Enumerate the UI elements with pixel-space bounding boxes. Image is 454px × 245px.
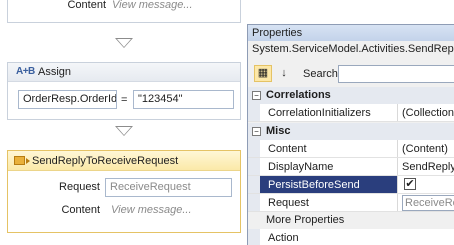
property-value[interactable]: (Collection) xyxy=(402,107,454,119)
property-row-action[interactable]: Action xyxy=(248,229,454,245)
row-gutter xyxy=(248,158,260,175)
workflow-designer-canvas: Content View message... A+B Assign Order… xyxy=(0,0,246,245)
property-value[interactable]: (Content) xyxy=(402,143,448,155)
row-gutter xyxy=(248,194,260,211)
more-properties-label: More Properties xyxy=(266,214,345,226)
request-select[interactable]: ReceiveRequest xyxy=(105,178,232,197)
search-label: Search: xyxy=(303,68,341,80)
property-row-persist-before-send[interactable]: PersistBeforeSend ✔ xyxy=(248,176,454,194)
properties-toolbar: ▦ ↓ Search: xyxy=(248,63,454,85)
column-divider xyxy=(397,140,398,157)
alphabetical-sort-icon[interactable]: ↓ xyxy=(275,65,293,82)
property-name: Content xyxy=(268,143,307,155)
flow-arrow-fill xyxy=(117,127,131,135)
persist-checkbox[interactable]: ✔ xyxy=(404,178,416,190)
row-gutter xyxy=(248,176,260,193)
property-value[interactable]: SendReply xyxy=(402,161,454,173)
row-gutter xyxy=(248,104,260,121)
property-row-content[interactable]: Content (Content) xyxy=(248,140,454,158)
view-message-link[interactable]: View message... xyxy=(112,0,193,11)
category-correlations[interactable]: − Correlations xyxy=(248,87,454,104)
row-gutter xyxy=(248,140,260,157)
send-reply-activity[interactable]: SendReplyToReceiveRequest Request Receiv… xyxy=(7,150,241,233)
assign-to-input[interactable]: OrderResp.OrderId xyxy=(18,90,117,109)
assign-operator: = xyxy=(121,94,128,106)
properties-panel: Properties System.ServiceModel.Activitie… xyxy=(247,24,454,245)
content-label: Content xyxy=(67,0,106,11)
property-name: CorrelationInitializers xyxy=(268,107,371,119)
property-row-display-name[interactable]: DisplayName SendReply xyxy=(248,158,454,176)
more-properties-header[interactable]: More Properties xyxy=(248,212,454,229)
property-name: Action xyxy=(268,232,299,244)
collapse-icon[interactable]: − xyxy=(252,127,261,136)
row-gutter xyxy=(248,229,260,245)
assign-value-input[interactable]: "123454" xyxy=(133,90,234,109)
property-row-correlation-initializers[interactable]: CorrelationInitializers (Collection) xyxy=(248,104,454,122)
column-divider xyxy=(397,158,398,175)
assign-title: Assign xyxy=(38,66,72,78)
search-input[interactable] xyxy=(338,65,454,83)
collapse-icon[interactable]: − xyxy=(252,91,261,100)
properties-title: Properties xyxy=(252,27,303,39)
properties-title-bar[interactable]: Properties xyxy=(248,25,454,41)
property-name: DisplayName xyxy=(268,161,334,173)
send-reply-title: SendReplyToReceiveRequest xyxy=(32,155,179,167)
view-message-link[interactable]: View message... xyxy=(111,204,192,216)
column-divider xyxy=(397,194,398,211)
send-reply-icon xyxy=(14,156,30,165)
column-divider xyxy=(397,176,398,193)
send-reply-header: SendReplyToReceiveRequest xyxy=(8,151,240,171)
categorized-view-icon[interactable]: ▦ xyxy=(254,65,272,82)
category-label: Misc xyxy=(266,125,291,137)
property-name: Request xyxy=(268,197,309,209)
category-misc[interactable]: − Misc xyxy=(248,123,454,140)
previous-activity[interactable]: Content View message... xyxy=(7,0,241,23)
assign-header: A+B Assign xyxy=(8,63,240,82)
content-label: Content xyxy=(61,204,100,216)
column-divider xyxy=(397,104,398,121)
property-name: PersistBeforeSend xyxy=(268,179,360,191)
request-value-field[interactable]: ReceiveRe xyxy=(402,195,454,211)
selected-object-type: System.ServiceModel.Activities.SendReply xyxy=(252,43,454,55)
request-label: Request xyxy=(59,181,100,193)
flow-arrow-fill xyxy=(117,39,131,47)
assign-icon: A+B xyxy=(16,66,35,77)
category-label: Correlations xyxy=(266,89,331,101)
assign-activity[interactable]: A+B Assign OrderResp.OrderId = "123454" xyxy=(7,62,241,120)
property-row-request[interactable]: Request ReceiveRe xyxy=(248,194,454,212)
